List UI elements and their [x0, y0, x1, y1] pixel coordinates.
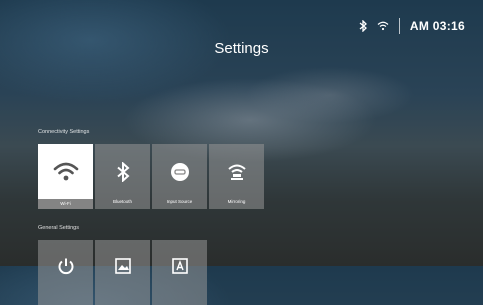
home-screen: { "status_bar": { "bluetooth_icon": "blu… [0, 0, 483, 305]
mirroring-icon [209, 158, 264, 186]
tile-input-source[interactable]: Input Source [152, 144, 207, 209]
general-settings-label: General Settings [38, 225, 79, 231]
tile-picture[interactable] [95, 240, 150, 305]
tile-bluetooth[interactable]: Bluetooth [95, 144, 150, 209]
text-icon [152, 252, 207, 280]
power-icon [38, 252, 93, 280]
tile-mirroring-label: Mirroring [227, 199, 246, 204]
image-icon [95, 252, 150, 280]
tile-text[interactable] [152, 240, 207, 305]
bluetooth-icon [359, 20, 367, 32]
input-source-icon [152, 158, 207, 186]
tile-mirroring[interactable]: Mirroring [209, 144, 264, 209]
tile-bluetooth-label: Bluetooth [112, 199, 132, 204]
tile-wifi-label: Wi-Fi [38, 199, 93, 209]
bluetooth-icon [95, 158, 150, 186]
page-title: Settings [214, 40, 269, 57]
wifi-icon [38, 158, 93, 186]
tile-input-source-label: Input Source [166, 199, 193, 204]
status-bar: AM 03:16 [359, 18, 465, 34]
tile-wifi[interactable]: Wi-Fi [38, 144, 93, 209]
connectivity-settings-label: Connectivity Settings [38, 129, 90, 135]
clock: AM 03:16 [409, 19, 465, 33]
status-divider [398, 18, 400, 34]
tile-power[interactable] [38, 240, 93, 305]
wifi-icon [377, 21, 389, 31]
